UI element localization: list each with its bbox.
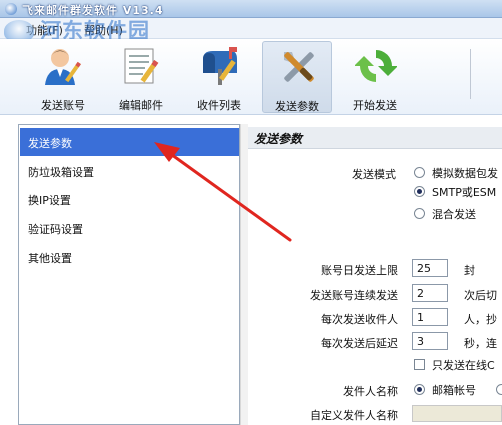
send-account-label: 发送账号 — [41, 99, 85, 112]
tools-icon — [284, 52, 314, 82]
consecutive-send-label: 发送账号连续发送 — [310, 289, 398, 302]
send-mode-option-packet: 模拟数据包发 — [432, 167, 498, 180]
title-bar: 飞来邮件群发软件 V13.4 — [0, 0, 502, 18]
toolbar: 发送账号 编辑邮件 收件列表 发送参数 开始发送 — [0, 39, 502, 115]
settings-nav: 发送参数 防垃圾箱设置 换IP设置 验证码设置 其他设置 — [18, 124, 240, 425]
online-only-label: 只发送在线C — [432, 359, 495, 372]
nav-item-other[interactable]: 其他设置 — [20, 243, 239, 271]
sender-name-radio-custom[interactable] — [496, 384, 502, 395]
online-only-checkbox[interactable] — [414, 359, 425, 370]
send-params-button[interactable]: 发送参数 — [262, 41, 332, 113]
refresh-icon — [355, 50, 397, 82]
send-mode-radio-smtp[interactable] — [414, 186, 425, 197]
consecutive-send-input[interactable]: 2 — [412, 284, 448, 302]
menu-bar: 功能(F) 帮助(H) — [0, 18, 502, 39]
menu-help[interactable]: 帮助(H) — [84, 22, 123, 38]
send-account-button[interactable]: 发送账号 — [28, 41, 98, 113]
send-delay-label: 每次发送后延迟 — [321, 337, 398, 350]
send-mode-option-mixed: 混合发送 — [432, 208, 476, 221]
edit-mail-button[interactable]: 编辑邮件 — [106, 41, 176, 113]
mailbox-icon — [203, 47, 237, 85]
toolbar-separator — [470, 49, 471, 99]
user-icon — [45, 49, 81, 85]
send-mode-label: 发送模式 — [352, 168, 396, 181]
start-send-button[interactable]: 开始发送 — [340, 41, 410, 113]
nav-item-captcha[interactable]: 验证码设置 — [20, 214, 239, 242]
sender-name-label: 发件人名称 — [343, 385, 398, 398]
nav-item-anti-spam[interactable]: 防垃圾箱设置 — [20, 157, 239, 185]
start-send-label: 开始发送 — [353, 99, 397, 112]
daily-limit-input[interactable]: 25 — [412, 259, 448, 277]
window-title: 飞来邮件群发软件 V13.4 — [22, 4, 164, 17]
send-mode-radio-packet[interactable] — [414, 167, 425, 178]
custom-sender-name-input[interactable] — [412, 405, 502, 422]
edit-document-icon — [124, 48, 159, 84]
consecutive-send-suffix: 次后切 — [464, 289, 497, 302]
app-icon — [5, 3, 17, 15]
send-params-label: 发送参数 — [275, 100, 319, 113]
edit-mail-label: 编辑邮件 — [119, 99, 163, 112]
send-mode-option-smtp: SMTP或ESM — [432, 186, 497, 199]
recipients-per-send-suffix: 人，抄 — [464, 313, 497, 326]
recipients-per-send-input[interactable]: 1 — [412, 308, 448, 326]
daily-limit-suffix: 封 — [464, 264, 475, 277]
recipient-list-button[interactable]: 收件列表 — [184, 41, 254, 113]
panel-title: 发送参数 — [254, 132, 303, 146]
recipient-list-label: 收件列表 — [197, 99, 241, 112]
send-delay-input[interactable]: 3 — [412, 332, 448, 350]
sender-name-radio-account[interactable] — [414, 384, 425, 395]
pane-splitter[interactable] — [240, 124, 248, 425]
panel-header: 发送参数 — [248, 127, 502, 149]
custom-sender-name-label: 自定义发件人名称 — [310, 409, 398, 422]
nav-item-send-params[interactable]: 发送参数 — [20, 128, 239, 156]
recipients-per-send-label: 每次发送收件人 — [321, 313, 398, 326]
settings-panel: 发送参数 发送模式 模拟数据包发 SMTP或ESM 混合发送 账号日发送上限 2… — [248, 124, 502, 425]
send-mode-radio-mixed[interactable] — [414, 208, 425, 219]
daily-limit-label: 账号日发送上限 — [321, 264, 398, 277]
sender-name-option-account: 邮箱帐号 — [432, 384, 476, 397]
send-delay-suffix: 秒，连 — [464, 337, 497, 350]
nav-item-change-ip[interactable]: 换IP设置 — [20, 185, 239, 213]
